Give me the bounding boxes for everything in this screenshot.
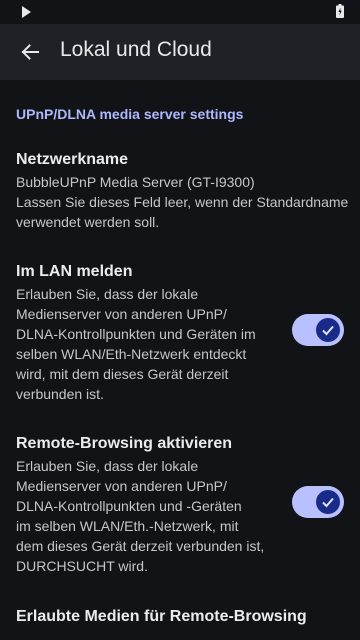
- pref-allowed-media[interactable]: Erlaubte Medien für Remote-Browsing: [16, 607, 346, 627]
- summary-line: BubbleUPnP Media Server (GT-I9300): [16, 174, 255, 190]
- switch-thumb: [316, 490, 340, 514]
- pref-summary: BubbleUPnP Media Server (GT-I9300) Lasse…: [16, 172, 349, 232]
- section-header: UPnP/DLNA media server settings: [16, 106, 244, 122]
- app-bar: Lokal und Cloud: [0, 24, 360, 80]
- battery-charging-icon: [336, 4, 344, 18]
- summary-line: verbunden ist.: [16, 386, 104, 402]
- summary-line: DURCHSUCHT wird.: [16, 558, 148, 574]
- summary-line: im selben WLAN/Eth.-Netzwerk, mit: [16, 518, 239, 534]
- page-title: Lokal und Cloud: [60, 38, 212, 61]
- summary-line: Medienserver von anderen UPnP/: [16, 478, 227, 494]
- summary-line: Erlauben Sie, dass der lokale: [16, 458, 199, 474]
- pref-summary: Erlauben Sie, dass der lokale Medienserv…: [16, 284, 281, 404]
- summary-line: Erlauben Sie, dass der lokale: [16, 286, 199, 302]
- check-icon: [322, 497, 334, 508]
- summary-line: dem dieses Gerät derzeit verbunden ist,: [16, 538, 265, 554]
- pref-im-lan-melden[interactable]: Im LAN melden Erlauben Sie, dass der lok…: [16, 262, 281, 404]
- summary-line: Lassen Sie dieses Feld leer, wenn der St…: [16, 194, 349, 210]
- remote-browsing-toggle[interactable]: [292, 486, 344, 518]
- arrow-back-icon: [21, 44, 39, 60]
- summary-line: DLNA-Kontrollpunkten und Geräten im: [16, 326, 256, 342]
- pref-remote-browsing[interactable]: Remote-Browsing aktivieren Erlauben Sie,…: [16, 434, 281, 576]
- back-button[interactable]: [12, 34, 48, 70]
- pref-netzwerkname[interactable]: Netzwerkname BubbleUPnP Media Server (GT…: [16, 150, 349, 232]
- summary-line: selben WLAN/Eth-Netzwerk entdeckt: [16, 346, 247, 362]
- pref-summary: Erlauben Sie, dass der lokale Medienserv…: [16, 456, 281, 576]
- pref-title: Erlaubte Medien für Remote-Browsing: [16, 608, 307, 625]
- summary-line: wird, mit dem dieses Gerät derzeit: [16, 366, 229, 382]
- pref-title: Netzwerkname: [16, 151, 129, 168]
- switch-thumb: [316, 318, 340, 342]
- lan-announce-toggle[interactable]: [292, 314, 344, 346]
- summary-line: DLNA-Kontrollpunkten und -Geräten: [16, 498, 242, 514]
- pref-title: Remote-Browsing aktivieren: [16, 435, 233, 452]
- play-icon: [22, 6, 31, 18]
- status-bar: [0, 0, 360, 24]
- pref-title: Im LAN melden: [16, 263, 133, 280]
- summary-line: verwendet werden soll.: [16, 214, 160, 230]
- summary-line: Medienserver von anderen UPnP/: [16, 306, 227, 322]
- check-icon: [322, 325, 334, 336]
